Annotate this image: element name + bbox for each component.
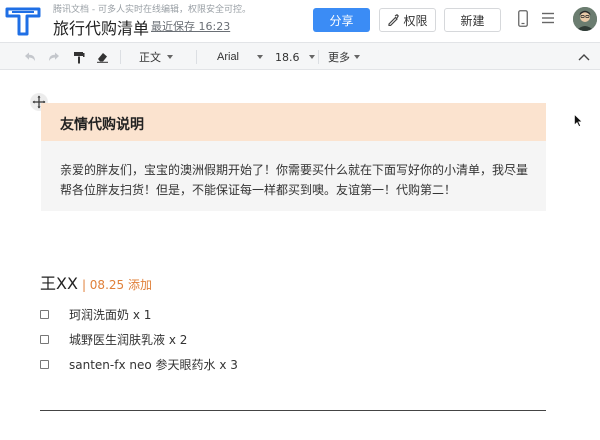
list-item-text: 珂润洗面奶 x 1 <box>69 307 152 322</box>
header: 腾讯文档 - 可多人实时在线编辑，权限安全可控。 旅行代购清单 最近保存 16:… <box>0 0 600 40</box>
list-owner-heading: 王XX | 08.25 添加 <box>40 270 152 294</box>
chevron-down-icon <box>167 55 173 59</box>
notice-body: 亲爱的胖友们，宝宝的澳洲假期开始了！你需要买什么就在下面写好你的小清单，我尽量帮… <box>60 163 529 197</box>
chevron-down-icon <box>308 55 315 59</box>
format-toolbar: 正文 Arial 18.6 更多 <box>0 42 600 70</box>
undo-button[interactable] <box>24 49 36 65</box>
phone-icon[interactable] <box>518 10 528 27</box>
paragraph-style-value: 正文 <box>139 51 161 64</box>
more-label: 更多 <box>328 51 350 64</box>
new-label: 新建 <box>460 13 485 28</box>
user-avatar-icon <box>573 7 597 31</box>
list-item: 城野医生润肤乳液 x 2 <box>40 331 187 347</box>
permission-button[interactable]: 权限 <box>379 8 436 32</box>
toolbar-divider <box>196 50 197 64</box>
undo-icon <box>25 52 35 61</box>
toolbar-divider <box>120 50 121 64</box>
checkbox[interactable] <box>40 309 49 319</box>
toolbar-divider <box>318 50 319 64</box>
eraser-icon <box>97 53 108 63</box>
divider <box>40 410 546 411</box>
new-button[interactable]: 新建 <box>444 8 501 32</box>
more-menu[interactable]: 更多 <box>328 49 360 65</box>
chevron-down-icon <box>354 55 360 59</box>
font-family-value: Arial <box>217 51 240 63</box>
paragraph-style-select[interactable]: 正文 <box>139 49 173 65</box>
font-size-value: 18.6 <box>275 50 300 64</box>
collapse-toolbar-button[interactable] <box>578 49 590 65</box>
checkbox[interactable] <box>40 334 49 344</box>
redo-button[interactable] <box>48 49 60 65</box>
format-painter-button[interactable] <box>73 49 85 65</box>
permission-label: 权限 <box>403 13 428 28</box>
list-item-text: 城野医生润肤乳液 x 2 <box>69 332 188 347</box>
list-item-text: santen-fx neo 参天眼药水 x 3 <box>69 357 238 372</box>
last-saved-link[interactable]: 最近保存 16:23 <box>151 18 230 34</box>
share-label: 分享 <box>329 13 354 28</box>
owner-note: | 08.25 添加 <box>81 278 152 292</box>
clear-format-button[interactable] <box>96 49 109 65</box>
mouse-cursor-icon <box>574 114 583 127</box>
share-button[interactable]: 分享 <box>313 8 370 32</box>
format-painter-icon <box>74 51 85 63</box>
shield-icon <box>388 14 400 26</box>
logo-icon[interactable] <box>3 5 43 36</box>
font-family-select[interactable]: Arial <box>217 49 264 65</box>
menu-icon[interactable] <box>541 11 555 25</box>
notice-header-cell[interactable]: 友情代购说明 <box>41 103 546 141</box>
font-size-select[interactable]: 18.6 <box>275 49 315 65</box>
checkbox[interactable] <box>40 359 49 369</box>
avatar[interactable] <box>573 7 597 31</box>
notice-title: 友情代购说明 <box>60 117 144 133</box>
chevron-down-icon <box>257 55 264 59</box>
redo-icon <box>49 52 59 61</box>
list-item: 珂润洗面奶 x 1 <box>40 306 151 322</box>
app-name: 腾讯文档 - 可多人实时在线编辑，权限安全可控。 <box>53 5 251 15</box>
list-item: santen-fx neo 参天眼药水 x 3 <box>40 356 238 372</box>
notice-table[interactable]: 友情代购说明 亲爱的胖友们，宝宝的澳洲假期开始了！你需要买什么就在下面写好你的小… <box>41 103 546 211</box>
owner-name: 王XX <box>40 274 78 293</box>
collapse-icon <box>578 54 590 61</box>
doc-title[interactable]: 旅行代购清单 <box>53 15 149 39</box>
